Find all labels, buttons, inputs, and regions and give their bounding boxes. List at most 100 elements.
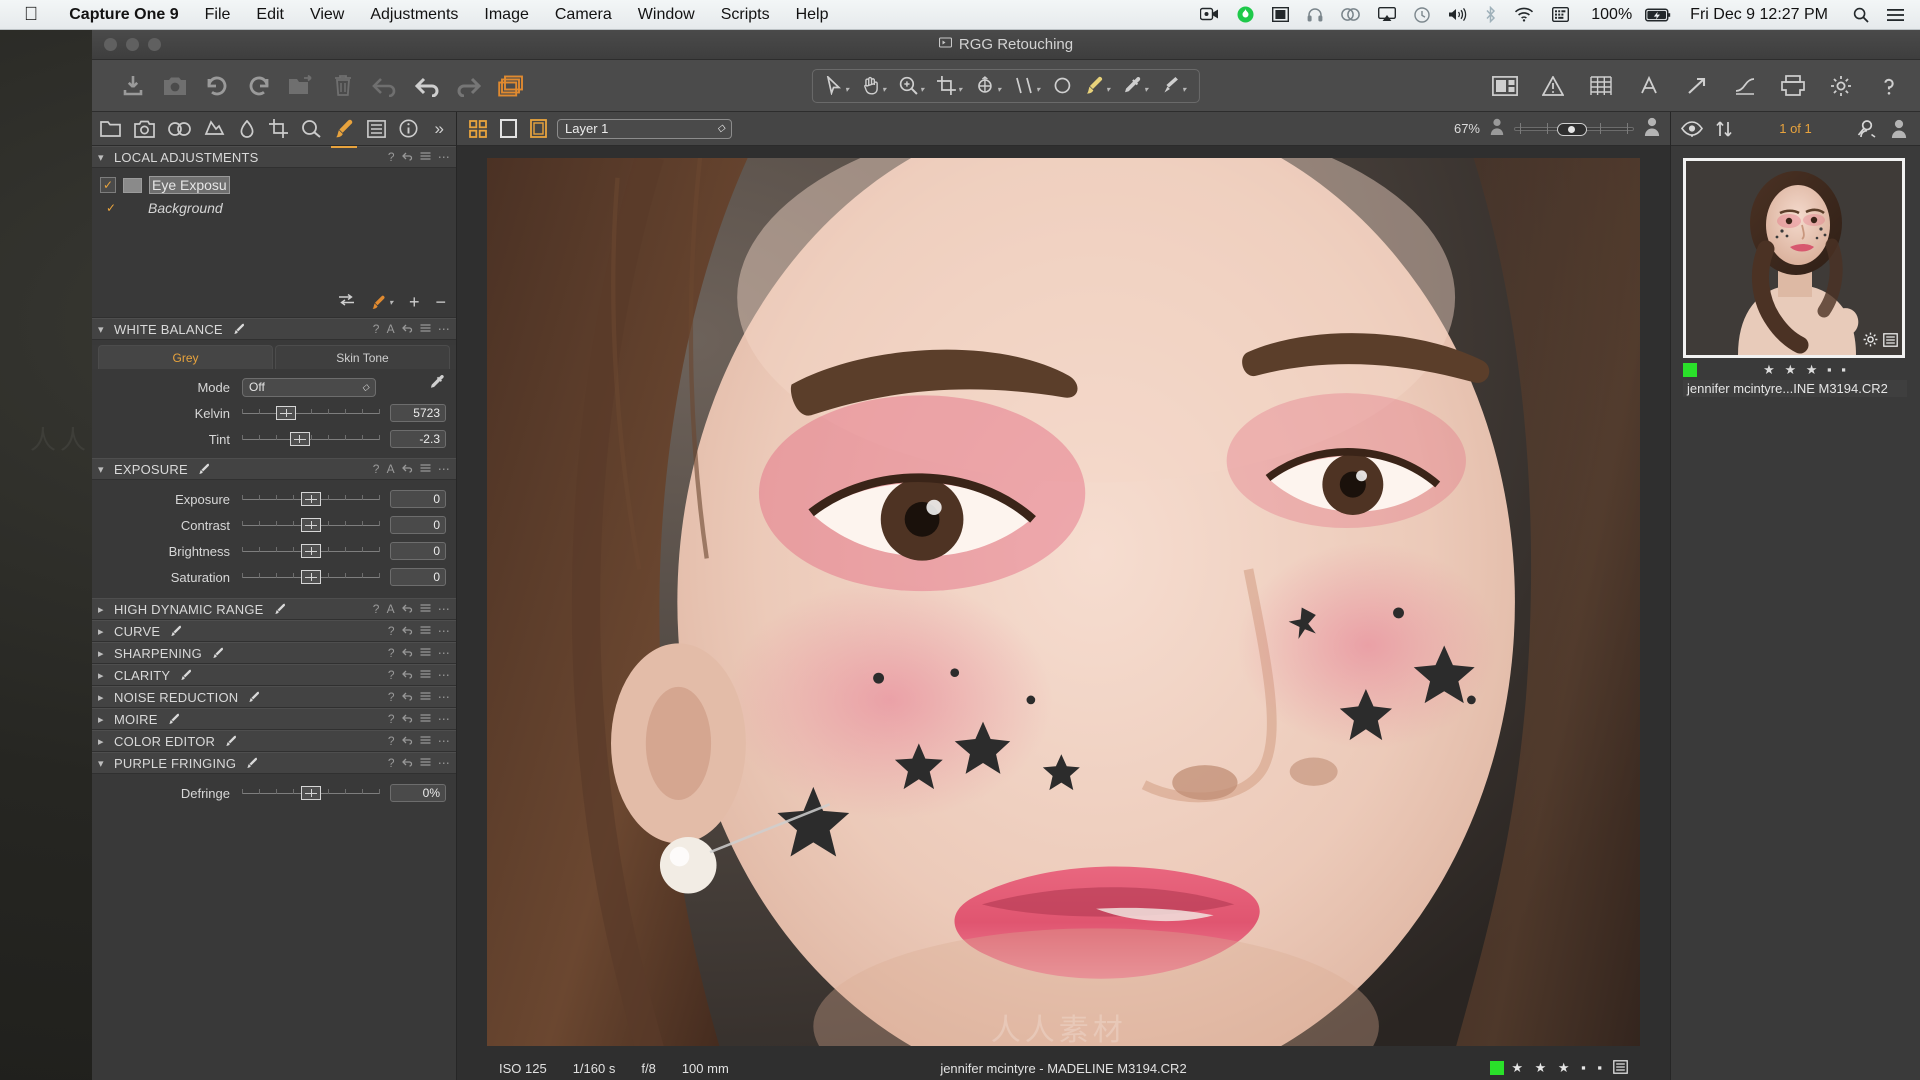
help-question-icon[interactable]: ? [388, 646, 395, 660]
focus-mask-icon[interactable] [1732, 73, 1758, 99]
menu-item-view[interactable]: View [297, 6, 357, 24]
redo-icon[interactable] [456, 73, 482, 99]
chevron-right-icon[interactable]: ▸ [98, 625, 109, 638]
menu-icon[interactable]: ⋯ [438, 602, 450, 616]
kelvin-value[interactable]: 5723 [390, 404, 446, 422]
menu-icon[interactable]: ⋯ [438, 462, 450, 476]
help-question-icon[interactable]: ? [373, 602, 380, 616]
exposure-slider[interactable] [242, 490, 380, 508]
help-question-icon[interactable]: ? [373, 322, 380, 336]
help-question-icon[interactable]: ? [388, 150, 395, 164]
brightness-slider[interactable] [242, 542, 380, 560]
metadata-tab[interactable] [399, 117, 418, 141]
reset-icon[interactable] [401, 734, 413, 748]
menu-icon[interactable]: ⋯ [438, 646, 450, 660]
section-header-moire[interactable]: ▸ MOIRE ? ⋯ [92, 708, 456, 730]
thumbnail-grid[interactable]: ★ ★ ★ ▪ ▪ jennifer mcintyre...INE M3194.… [1671, 146, 1920, 1080]
library-tab[interactable] [100, 117, 121, 141]
reset-icon[interactable] [401, 624, 413, 638]
color-tag-chip[interactable] [1490, 1061, 1505, 1075]
rating-stars[interactable]: ★ ★ ★ ▪ ▪ [1511, 1060, 1606, 1076]
menubar-clock[interactable]: Fri Dec 9 12:27 PM [1680, 6, 1844, 24]
menu-item-help[interactable]: Help [783, 6, 842, 24]
menu-icon[interactable]: ⋯ [438, 756, 450, 770]
preferences-gear-icon[interactable] [1828, 73, 1854, 99]
copy-apply-adjustments-icon[interactable] [498, 73, 524, 99]
menu-icon[interactable]: ⋯ [438, 668, 450, 682]
menu-icon[interactable]: ⋯ [438, 690, 450, 704]
menu-icon[interactable]: ⋯ [438, 712, 450, 726]
chevron-right-icon[interactable]: ▸ [98, 669, 109, 682]
tab-skin-tone[interactable]: Skin Tone [275, 345, 450, 369]
bluetooth-icon[interactable] [1476, 6, 1505, 23]
menu-item-edit[interactable]: Edit [243, 6, 297, 24]
layer-visibility-checkbox[interactable]: ✓ [103, 200, 119, 216]
more-tabs-chevron-double-right-icon[interactable]: » [431, 117, 449, 141]
wifi-icon[interactable] [1505, 7, 1543, 22]
invert-mask-icon[interactable] [338, 293, 355, 311]
creative-cloud-icon[interactable] [1332, 7, 1369, 22]
presets-icon[interactable] [420, 734, 431, 748]
layer-name-input[interactable]: Eye Exposu [149, 176, 230, 194]
zoom-slider[interactable] [1514, 122, 1634, 136]
exposure-warning-icon[interactable] [1540, 73, 1566, 99]
auto-adjust-button[interactable]: A [387, 322, 395, 336]
volume-icon[interactable] [1439, 7, 1476, 22]
apple-logo-icon[interactable]:  [24, 5, 38, 24]
presets-icon[interactable] [420, 322, 431, 336]
chevron-right-icon[interactable]: ▸ [98, 691, 109, 704]
menu-item-capture-one[interactable]: Capture One 9 [56, 6, 191, 24]
add-layer-icon[interactable]: + [409, 293, 420, 311]
reset-icon[interactable] [401, 462, 413, 476]
defringe-value[interactable]: 0% [390, 784, 446, 802]
remove-layer-icon[interactable]: − [435, 293, 446, 311]
notification-center-icon[interactable] [1878, 8, 1920, 22]
list-item[interactable]: ✓ Background [92, 197, 456, 219]
thumb-menu-icon[interactable] [1883, 332, 1898, 352]
time-machine-icon[interactable] [1405, 6, 1439, 23]
import-images-icon[interactable] [120, 73, 146, 99]
chevron-down-icon[interactable]: ▾ [98, 757, 109, 770]
viewer-layout-icon[interactable] [1492, 73, 1518, 99]
chevron-down-icon[interactable]: ▾ [98, 323, 109, 336]
export-icon[interactable] [1684, 73, 1710, 99]
reset-icon[interactable] [401, 690, 413, 704]
reset-icon[interactable] [401, 322, 413, 336]
presets-icon[interactable] [420, 712, 431, 726]
presets-icon[interactable] [420, 756, 431, 770]
menu-item-file[interactable]: File [192, 6, 244, 24]
zoom-tool[interactable]: ▾ [894, 76, 929, 95]
thumbnail-image[interactable] [1683, 158, 1905, 358]
screen-record-icon[interactable] [1191, 7, 1228, 22]
keystone-tool[interactable]: ▾ [1009, 76, 1045, 95]
rotate-left-icon[interactable] [204, 73, 230, 99]
window-manager-icon[interactable] [1263, 7, 1298, 22]
color-picker-tool[interactable]: ▾ [1118, 76, 1153, 95]
person-icon[interactable] [1490, 118, 1504, 140]
section-header-sharpening[interactable]: ▸ SHARPENING ? ⋯ [92, 642, 456, 664]
reset-icon[interactable] [372, 73, 398, 99]
presets-icon[interactable] [420, 150, 431, 164]
person-icon[interactable] [1644, 117, 1660, 141]
help-question-icon[interactable]: ? [388, 668, 395, 682]
menu-item-window[interactable]: Window [625, 6, 708, 24]
reset-icon[interactable] [401, 712, 413, 726]
exposure-value[interactable]: 0 [390, 490, 446, 508]
thumb-menu-icon[interactable] [1613, 1059, 1628, 1077]
spotlight-search-icon[interactable] [1844, 7, 1878, 23]
details-tab[interactable] [301, 117, 321, 141]
pan-select-arrow-tool[interactable]: ▾ [821, 76, 854, 95]
menu-item-camera[interactable]: Camera [542, 6, 625, 24]
layer-visibility-checkbox[interactable]: ✓ [100, 177, 116, 193]
tint-slider[interactable] [242, 430, 380, 448]
reset-icon[interactable] [401, 646, 413, 660]
help-question-icon[interactable]: ? [388, 734, 395, 748]
presets-icon[interactable] [420, 690, 431, 704]
presets-icon[interactable] [420, 602, 431, 616]
tab-grey[interactable]: Grey [98, 345, 273, 369]
section-header-white-balance[interactable]: ▾ WHITE BALANCE ? A ⋯ [92, 318, 456, 340]
help-question-icon[interactable]: ? [388, 756, 395, 770]
pan-hand-tool[interactable]: ▾ [857, 76, 891, 95]
headphones-icon[interactable] [1298, 7, 1332, 22]
section-header-noise-reduction[interactable]: ▸ NOISE REDUCTION ? ⋯ [92, 686, 456, 708]
